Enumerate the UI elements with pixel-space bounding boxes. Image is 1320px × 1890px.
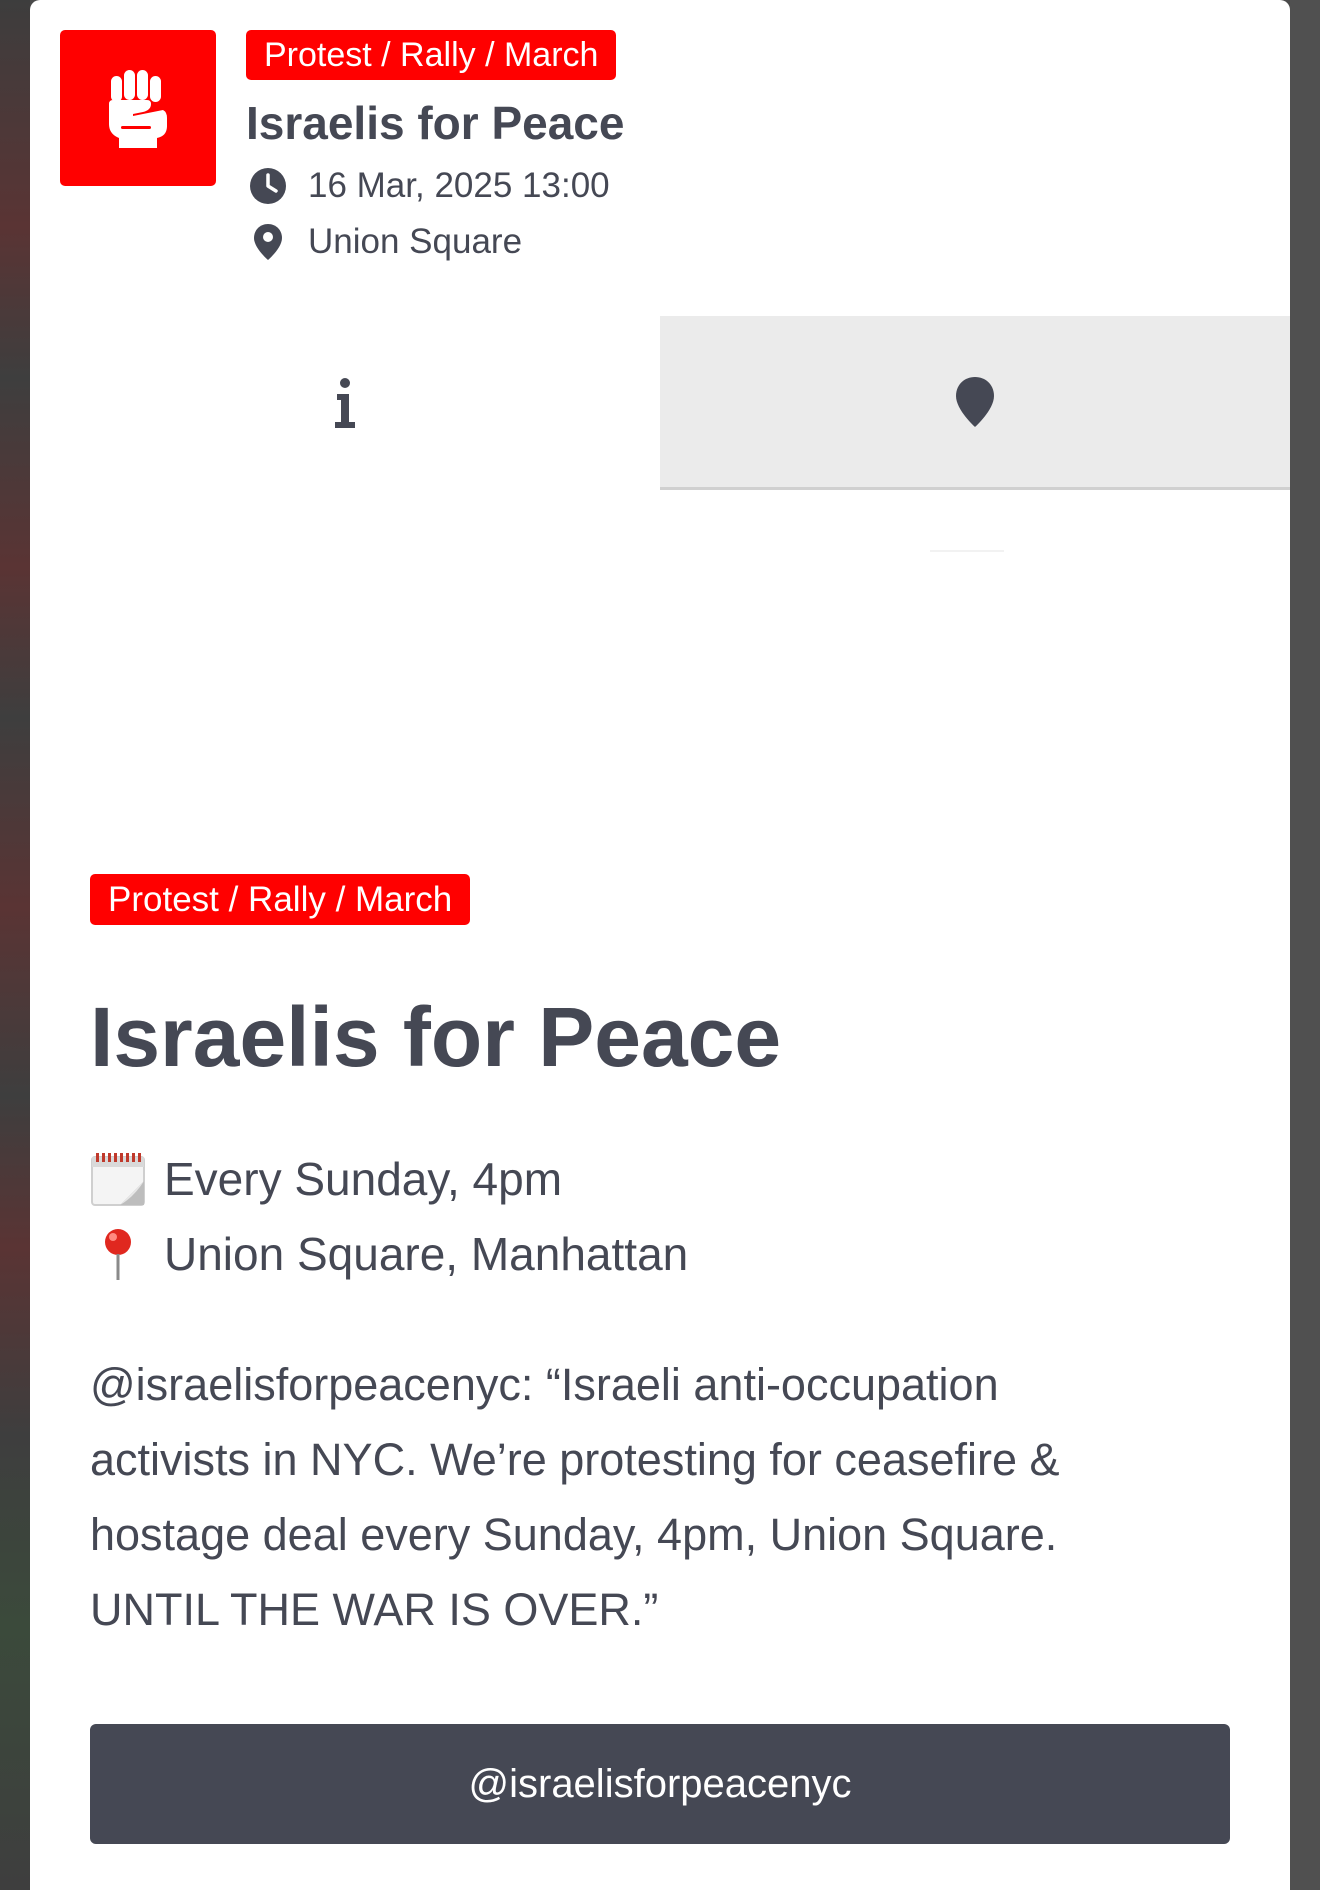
description-line: hostage deal every Sunday, 4pm, Union Sq…: [90, 1509, 1058, 1560]
event-location-text: Union Square: [308, 222, 523, 261]
header-info: Protest / Rally / March Israelis for Pea…: [246, 30, 624, 264]
schedule-line: Every Sunday, 4pm: [90, 1141, 1230, 1216]
place-text: Union Square, Manhattan: [164, 1227, 689, 1280]
raised-fist-icon: [109, 70, 167, 148]
event-datetime-text: 16 Mar, 2025 13:00: [308, 166, 610, 205]
description-line: UNTIL THE WAR IS OVER.”: [90, 1584, 659, 1635]
clock-icon: [246, 164, 290, 208]
event-title: Israelis for Peace: [246, 97, 625, 149]
description-line: activists in NYC. We’re protesting for c…: [90, 1434, 1060, 1485]
event-description: @israelisforpeacenyc: “Israeli anti-occu…: [90, 1347, 1230, 1647]
info-icon: [335, 378, 355, 428]
tab-map[interactable]: [660, 316, 1290, 490]
event-header: Protest / Rally / March Israelis for Pea…: [30, 0, 1290, 316]
category-badge: Protest / Rally / March: [246, 30, 617, 80]
backdrop-left: [0, 0, 30, 1890]
event-location: Union Square: [246, 220, 624, 264]
calendar-emoji: [90, 1151, 146, 1207]
event-main-title: Israelis for Peace: [90, 990, 782, 1084]
tab-info[interactable]: [30, 316, 660, 490]
pushpin-emoji: [90, 1226, 146, 1282]
place-line: Union Square, Manhattan: [90, 1216, 1230, 1291]
location-pin-icon: [246, 220, 290, 264]
backdrop-right: [1290, 0, 1320, 1890]
category-badge-large: Protest / Rally / March: [90, 874, 471, 925]
map-pin-icon: [956, 376, 994, 427]
event-datetime: 16 Mar, 2025 13:00: [246, 164, 624, 208]
event-details: Protest / Rally / March Israelis for Pea…: [90, 874, 1230, 1647]
event-card: Protest / Rally / March Israelis for Pea…: [30, 0, 1290, 1890]
event-logo: [60, 30, 216, 186]
instagram-link-button[interactable]: @israelisforpeacenyc: [90, 1724, 1230, 1844]
detail-tabs: [30, 316, 1290, 490]
divider: [930, 550, 1004, 552]
schedule-text: Every Sunday, 4pm: [164, 1152, 563, 1205]
description-line: @israelisforpeacenyc: “Israeli anti-occu…: [90, 1359, 999, 1410]
event-info-lines: Every Sunday, 4pm Union Square, Manhatta…: [90, 1141, 1230, 1291]
